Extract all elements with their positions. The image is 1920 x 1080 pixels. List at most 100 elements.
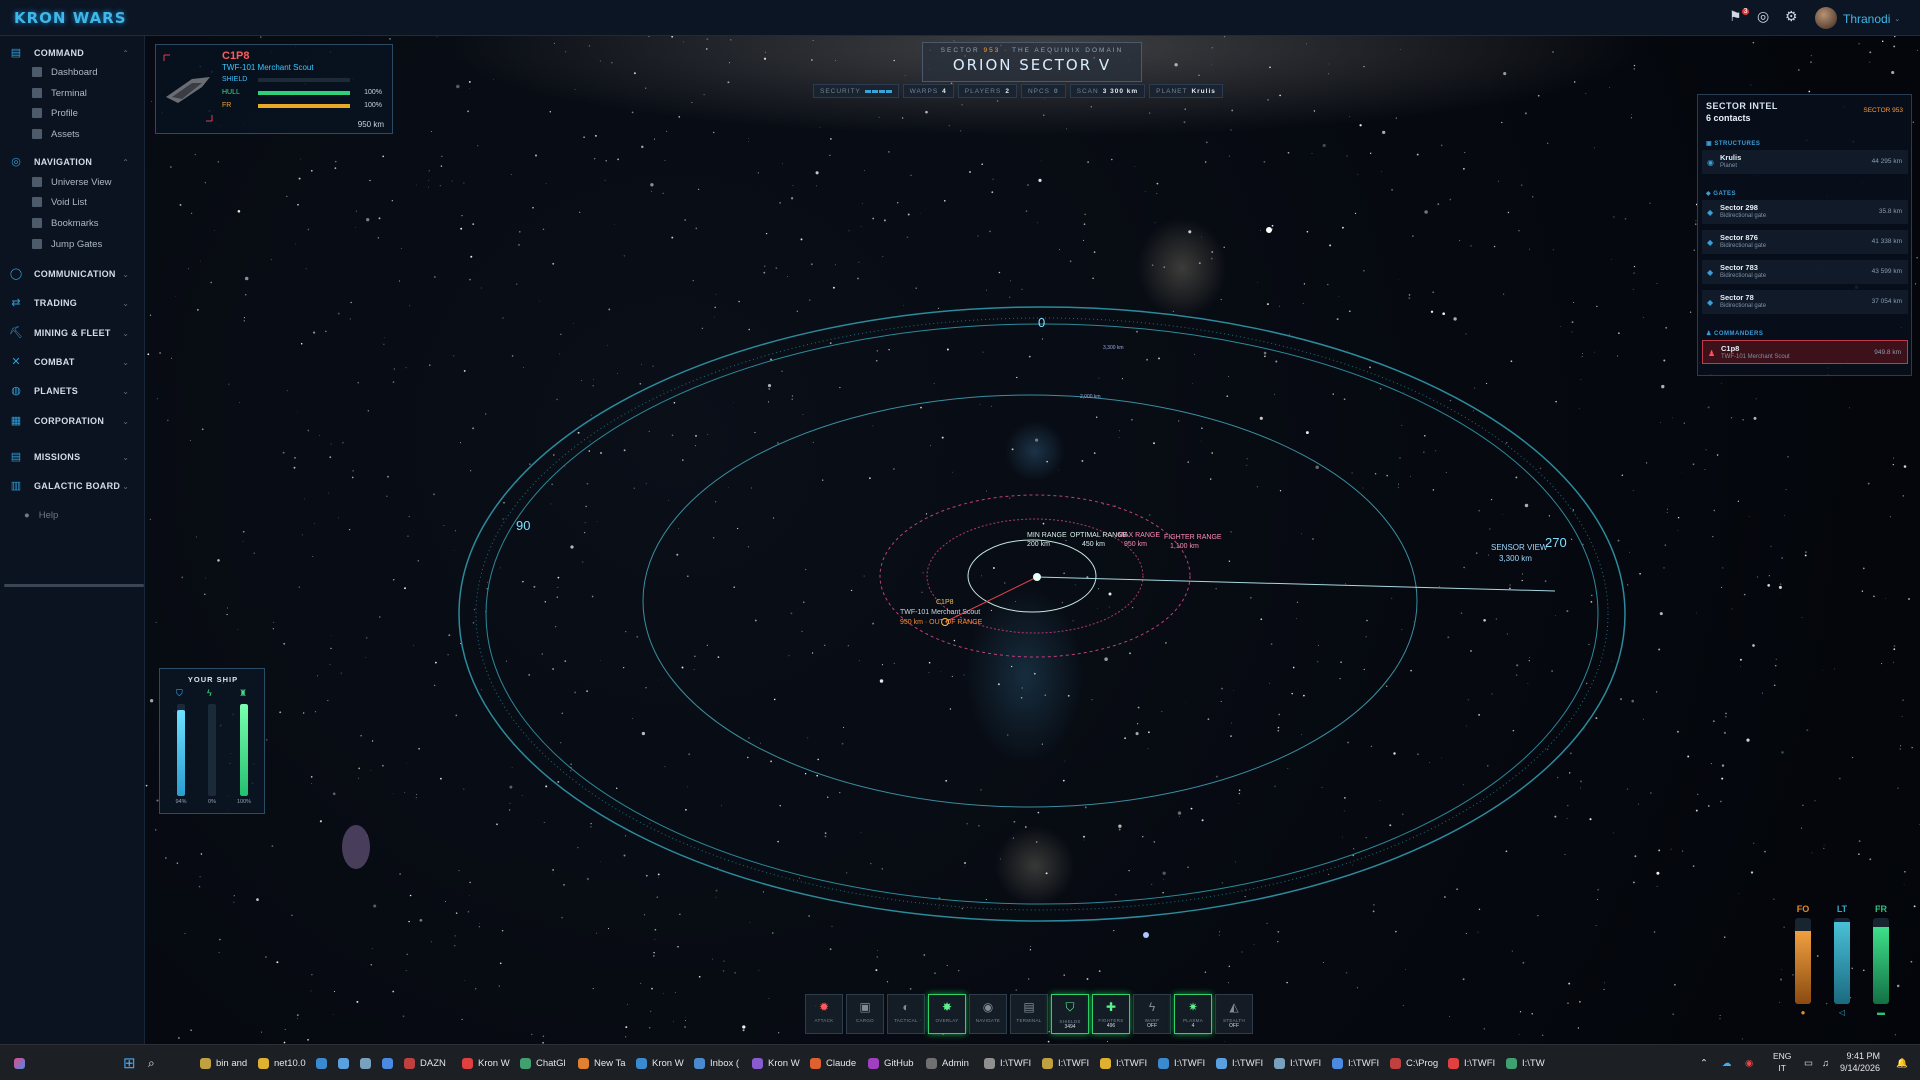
app-icon [1158, 1057, 1169, 1069]
taskbar-app[interactable] [382, 1054, 398, 1072]
action-attack-button[interactable]: ✹ ATTACK [805, 994, 843, 1034]
taskbar-app[interactable]: net10.0 [258, 1054, 306, 1072]
sidebar-section-navigation[interactable]: ◎ NAVIGATION ⌃ [0, 151, 145, 173]
planet-icon: ◍ [11, 385, 21, 397]
sidebar-item-universe-view[interactable]: Universe View [32, 173, 112, 191]
cloud-icon[interactable]: ☁ [1722, 1054, 1732, 1072]
energy-gauge [208, 704, 216, 796]
app-tray-icon[interactable]: ◉ [1745, 1054, 1753, 1072]
action-shields-button[interactable]: ⛉ SHIELDS 3494 [1051, 994, 1089, 1034]
sidebar-item-profile[interactable]: Profile [32, 104, 78, 122]
taskbar-app[interactable]: I:\TWFI [1216, 1054, 1263, 1072]
action-fighters-button[interactable]: ✚ FIGHTERS 496 [1092, 994, 1130, 1034]
taskbar-app[interactable]: DAZN [404, 1054, 446, 1072]
taskbar-app[interactable]: New Ta [578, 1054, 626, 1072]
taskbar-app[interactable]: I:\TW [1506, 1054, 1545, 1072]
taskbar-app-label: Claude [826, 1057, 857, 1069]
sidebar-section-planets[interactable]: ◍ PLANETS ⌄ [0, 380, 145, 402]
sidebar-section-trading[interactable]: ⇄ TRADING ⌄ [0, 292, 145, 314]
blue-star [1143, 932, 1149, 938]
taskbar-app[interactable]: ChatGl [520, 1054, 566, 1072]
taskbar-app[interactable]: I:\TWFI [984, 1054, 1031, 1072]
target-ship-card[interactable]: C1P8 TWF-101 Merchant Scout SHIELD HULL 1… [155, 44, 393, 134]
stat-value: 0 [1054, 88, 1059, 95]
sidebar-section-galactic-board[interactable]: ▥ GALACTIC BOARD ⌄ [0, 475, 145, 497]
hull-gauge [240, 704, 248, 796]
gear-icon[interactable]: ⚙ [1785, 8, 1798, 25]
language-indicator[interactable]: ENG IT [1773, 1050, 1791, 1074]
intel-sector-tag: SECTOR 953 [1863, 107, 1903, 114]
taskbar-app[interactable]: I:\TWFI [1042, 1054, 1089, 1072]
taskbar-app[interactable]: I:\TWFI [1100, 1054, 1147, 1072]
action-cargo-button[interactable]: ▣ CARGO [846, 994, 884, 1034]
sidebar-item-void-list[interactable]: Void List [32, 193, 87, 211]
sidebar-item-jump-gates[interactable]: Jump Gates [32, 235, 102, 253]
sidebar-scrollbar[interactable] [4, 584, 144, 587]
app-logo[interactable]: KRON WARS [14, 9, 127, 27]
tray-chevron-icon[interactable]: ⌃ [1700, 1054, 1708, 1072]
sidebar-section-corporation[interactable]: ▦ CORPORATION ⌄ [0, 410, 145, 432]
avatar [1815, 7, 1837, 29]
action-plasma-button[interactable]: ✷ PLASMA 4 [1174, 994, 1212, 1034]
sidebar-section-label: TRADING [34, 298, 78, 308]
intel-row-gate[interactable]: ◆ Sector 876 Bidirectional gate 41 338 km [1702, 230, 1908, 254]
taskbar-app[interactable] [316, 1054, 332, 1072]
intel-row-gate[interactable]: ◆ Sector 298 Bidirectional gate 35.8 km [1702, 200, 1908, 224]
sidebar-item-help[interactable]: ● Help [24, 506, 58, 524]
taskbar-app[interactable] [338, 1054, 354, 1072]
action-warp-button[interactable]: ϟ WARP OFF [1133, 994, 1171, 1034]
intel-row-gate[interactable]: ◆ Sector 78 Bidirectional gate 37 054 km [1702, 290, 1908, 314]
taskbar-app[interactable]: Inbox ( [694, 1054, 739, 1072]
action-terminal-button[interactable]: ▤ TERMINAL [1010, 994, 1048, 1034]
app-icon [1390, 1057, 1401, 1069]
taskbar-app-label: GitHub [884, 1057, 914, 1069]
gauge-fill [1873, 926, 1889, 1004]
action-tactical-button[interactable]: ◐ TACTICAL [887, 994, 925, 1034]
sidebar-section-missions[interactable]: ▤ MISSIONS ⌄ [0, 446, 145, 468]
action-navigate-button[interactable]: ◉ NAVIGATE [969, 994, 1007, 1034]
taskbar-app[interactable]: Kron W [636, 1054, 684, 1072]
intel-row-structure[interactable]: ◉ Krulis Planet 44 295 km [1702, 150, 1908, 174]
volume-icon[interactable]: ♫ [1822, 1054, 1829, 1072]
taskbar-app[interactable]: C:\Prog [1390, 1054, 1438, 1072]
taskbar-app[interactable]: I:\TWFI [1332, 1054, 1379, 1072]
taskbar-app[interactable]: Kron W [462, 1054, 510, 1072]
flag-notification-icon[interactable]: ⚑ 3 [1729, 8, 1750, 25]
terminal-icon: ▤ [1023, 1000, 1035, 1014]
sidebar-section-mining-fleet[interactable]: ⛏ MINING & FLEET ⌄ [0, 322, 145, 344]
taskbar-app[interactable]: Kron W [752, 1054, 800, 1072]
target-label[interactable]: C1P8 TWF-101 Merchant Scout 950 km · OUT… [900, 598, 982, 628]
notification-bell-icon[interactable]: 🔔 [1896, 1054, 1908, 1072]
system-clock[interactable]: 9:41 PM 9/14/2026 [1840, 1050, 1880, 1074]
action-stealth-button[interactable]: ◭ STEALTH OFF [1215, 994, 1253, 1034]
ship-card-model: TWF-101 Merchant Scout [222, 63, 314, 72]
taskbar-app[interactable]: bin and [200, 1054, 247, 1072]
sidebar-item-bookmarks[interactable]: Bookmarks [32, 214, 99, 232]
taskbar-app[interactable] [360, 1054, 376, 1072]
action-overlay-button[interactable]: ✸ OVERLAY [928, 994, 966, 1034]
gate-icon: ◆ [1707, 238, 1714, 247]
sidebar-section-combat[interactable]: ✕ COMBAT ⌄ [0, 351, 145, 373]
sidebar-section-command[interactable]: ▤ COMMAND ⌃ [0, 42, 145, 64]
widgets-icon[interactable] [14, 1054, 30, 1072]
intel-row-commander[interactable]: ♟ C1p8 TWF-101 Merchant Scout 949.8 km [1702, 340, 1908, 364]
sidebar-item-terminal[interactable]: Terminal [32, 84, 87, 102]
sector-view[interactable]: 0 90 270 3,300 km 2,000 km SENSOR VIEW 3… [145, 36, 1920, 1044]
start-button[interactable]: ⊞ [123, 1054, 136, 1072]
taskbar-app[interactable]: I:\TWFI [1274, 1054, 1321, 1072]
taskbar-app[interactable]: I:\TWFI [1158, 1054, 1205, 1072]
sidebar-item-dashboard[interactable]: Dashboard [32, 63, 97, 81]
taskbar-app[interactable]: Claude [810, 1054, 856, 1072]
user-menu[interactable]: Thranodi ⌄ [1815, 7, 1900, 29]
sidebar-item-assets[interactable]: Assets [32, 125, 80, 143]
taskbar-app[interactable]: GitHub [868, 1054, 914, 1072]
taskbar-app[interactable]: Admin [926, 1054, 969, 1072]
search-icon[interactable]: ⌕ [148, 1054, 155, 1072]
sidebar-section-communication[interactable]: ◯ COMMUNICATION ⌄ [0, 263, 145, 285]
min-range-title: MIN RANGE [1027, 532, 1067, 539]
contact-name: Sector 78 [1720, 293, 1754, 302]
chat-icon[interactable]: ◎ [1757, 8, 1769, 25]
intel-row-gate[interactable]: ◆ Sector 783 Bidirectional gate 43 599 km [1702, 260, 1908, 284]
taskbar-app[interactable]: I:\TWFI [1448, 1054, 1495, 1072]
network-icon[interactable]: ▭ [1804, 1054, 1813, 1072]
